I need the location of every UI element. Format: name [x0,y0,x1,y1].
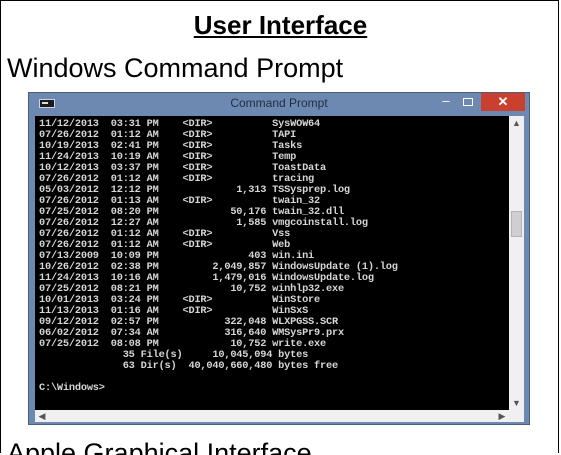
scroll-left-icon[interactable]: ◀ [35,410,49,422]
caption-clip: Apple Graphical Interface [0,432,561,455]
close-button[interactable]: ✕ [481,93,525,111]
maximize-button[interactable] [457,94,479,110]
vertical-scroll-thumb[interactable] [511,211,522,237]
scroll-down-icon[interactable]: ▼ [509,396,524,410]
command-prompt-window: Command Prompt – ✕ 11/12/2013 03:31 PM <… [28,92,530,425]
console-text: 11/12/2013 03:31 PM <DIR> SysWOW64 07/26… [39,118,398,394]
horizontal-scrollbar[interactable]: ◀ ▶ [35,410,509,422]
scroll-right-icon[interactable]: ▶ [495,410,509,422]
slide-subtitle: Windows Command Prompt [7,53,344,83]
console-output-area[interactable]: 11/12/2013 03:31 PM <DIR> SysWOW64 07/26… [35,116,509,410]
scrollbar-corner [509,410,524,422]
bottom-caption: Apple Graphical Interface [7,438,312,455]
vertical-scrollbar[interactable]: ▲ ▼ [509,116,524,410]
window-titlebar[interactable]: Command Prompt – ✕ [29,93,529,115]
minimize-button[interactable]: – [435,94,457,110]
scroll-up-icon[interactable]: ▲ [509,116,524,130]
slide-title: User Interface [193,10,368,40]
